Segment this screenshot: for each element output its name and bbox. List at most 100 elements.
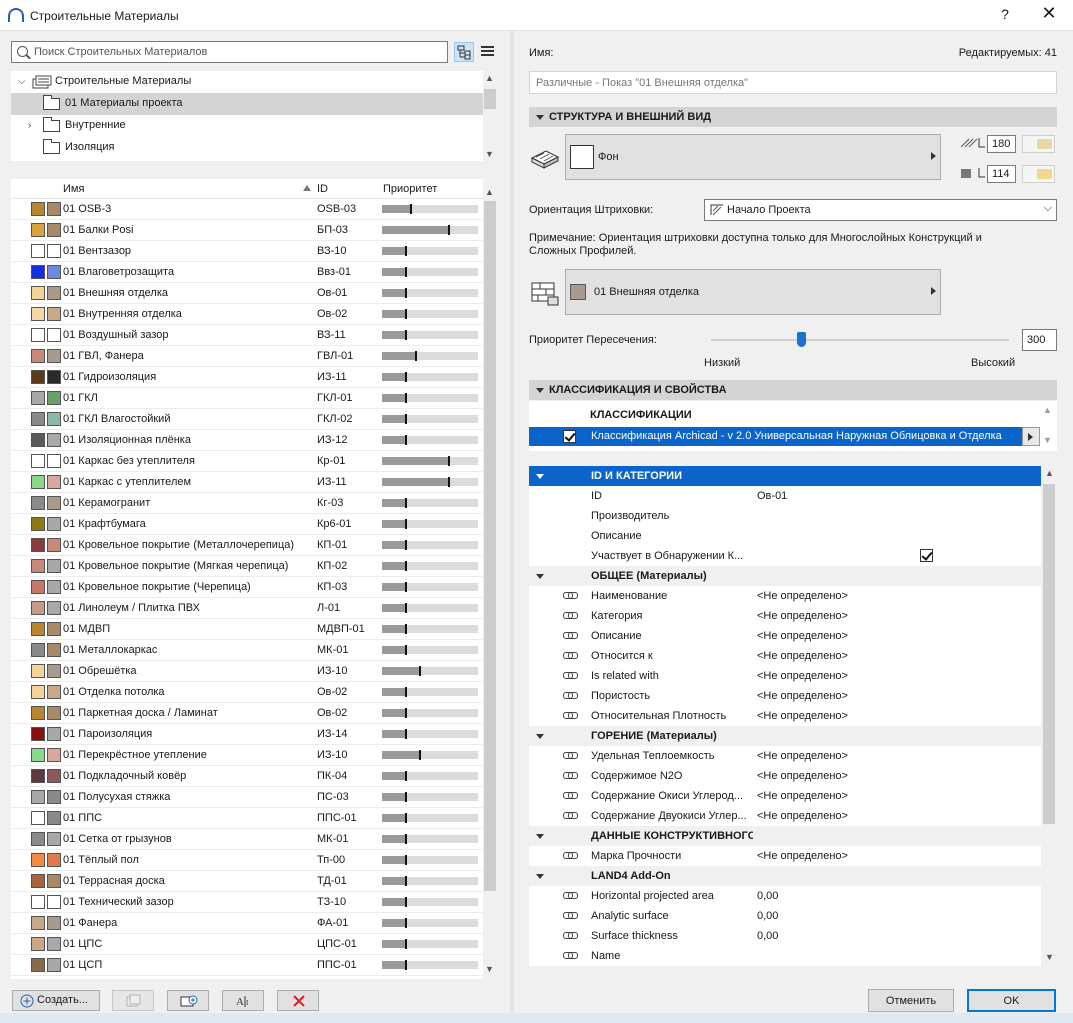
property-row[interactable]: Удельная Теплоемкость <Не определено> — [529, 746, 1041, 766]
scroll-up-icon[interactable]: ▲ — [1043, 405, 1052, 415]
property-group[interactable]: ID И КАТЕГОРИИ — [529, 466, 1041, 486]
table-row[interactable]: 01 ЦПС ЦПС-01 — [11, 934, 483, 955]
table-row[interactable]: 01 Керамогранит Кг-03 — [11, 493, 483, 514]
classification-row[interactable]: Классификация Archicad - v 2.0 Универсал… — [529, 427, 1025, 446]
property-value[interactable]: <Не определено> — [757, 630, 848, 642]
property-row[interactable]: Относительная Плотность <Не определено> — [529, 706, 1041, 726]
tree-item-insulation[interactable]: Изоляция — [11, 137, 483, 159]
property-row[interactable]: Содержимое N2O <Не определено> — [529, 766, 1041, 786]
property-row[interactable]: Horizontal projected area 0,00 — [529, 886, 1041, 906]
property-value[interactable]: <Не определено> — [757, 710, 848, 722]
tree-item-project-materials[interactable]: 01 Материалы проекта — [11, 93, 483, 115]
property-checkbox[interactable] — [920, 549, 933, 562]
property-value[interactable]: <Не определено> — [757, 790, 848, 802]
property-group[interactable]: ДАННЫЕ КОНСТРУКТИВНОГО АНАЛИЗА — [529, 826, 1041, 846]
table-row[interactable]: 01 Отделка потолка Ов-02 — [11, 682, 483, 703]
classification-checkbox[interactable] — [563, 430, 576, 443]
close-button[interactable]: ✕ — [1036, 3, 1062, 24]
property-group[interactable]: LAND4 Add-On — [529, 866, 1041, 886]
duplicate-button[interactable] — [112, 990, 154, 1011]
property-value[interactable]: <Не определено> — [757, 810, 848, 822]
background-pen-field[interactable]: 114 — [987, 165, 1016, 183]
table-row[interactable]: 01 ППС ППС-01 — [11, 808, 483, 829]
table-row[interactable]: 01 Полусухая стяжка ПС-03 — [11, 787, 483, 808]
properties-scrollbar[interactable]: ▲ ▼ — [1041, 466, 1057, 966]
add-to-folder-button[interactable] — [167, 990, 209, 1011]
section-structure-appearance[interactable]: СТРУКТУРА И ВНЕШНИЙ ВИД — [529, 107, 1057, 127]
chevron-down-icon[interactable] — [536, 874, 544, 879]
property-row[interactable]: Относится к <Не определено> — [529, 646, 1041, 666]
sort-ascending-icon[interactable] — [303, 185, 311, 191]
table-row[interactable]: 01 Паркетная доска / Ламинат Ов-02 — [11, 703, 483, 724]
table-row[interactable]: 01 Обрешётка ИЗ-10 — [11, 661, 483, 682]
tree-scrollbar[interactable]: ▲ ▼ — [483, 71, 497, 161]
table-scrollbar[interactable]: ▲ ▼ — [483, 179, 497, 979]
priority-slider-track[interactable] — [711, 339, 1009, 341]
create-button[interactable]: Создать... — [12, 990, 100, 1011]
property-row[interactable]: Is related with <Не определено> — [529, 666, 1041, 686]
table-row[interactable]: 01 Воздушный зазор ВЗ-11 — [11, 325, 483, 346]
property-value[interactable]: 0,00 — [757, 930, 778, 942]
property-value[interactable]: <Не определено> — [757, 750, 848, 762]
table-row[interactable]: 01 Террасная доска ТД-01 — [11, 871, 483, 892]
table-row[interactable]: 01 Внешняя отделка Ов-01 — [11, 283, 483, 304]
search-box[interactable] — [11, 41, 448, 63]
property-value[interactable]: <Не определено> — [757, 670, 848, 682]
column-header-id[interactable]: ID — [317, 179, 328, 199]
table-row[interactable]: 01 МДВП МДВП-01 — [11, 619, 483, 640]
tree-item-internal[interactable]: › Внутренние — [11, 115, 483, 137]
table-row[interactable]: 01 Металлокаркас МК-01 — [11, 640, 483, 661]
table-row[interactable]: 01 Изоляционная плёнка ИЗ-12 — [11, 430, 483, 451]
table-row[interactable]: 01 Кровельное покрытие (Металлочерепица)… — [11, 535, 483, 556]
priority-value-field[interactable]: 300 — [1022, 329, 1057, 351]
cut-fill-button[interactable]: Фон — [565, 134, 941, 180]
chevron-down-icon[interactable] — [536, 474, 544, 479]
property-row[interactable]: Участвует в Обнаружении К... — [529, 546, 1041, 566]
cancel-button[interactable]: Отменить — [868, 989, 954, 1012]
table-row[interactable]: 01 Подкладочный ковёр ПК-04 — [11, 766, 483, 787]
foreground-pen-color[interactable] — [1022, 135, 1055, 153]
property-row[interactable]: Name — [529, 946, 1041, 966]
property-group[interactable]: ОБЩЕЕ (Материалы) — [529, 566, 1041, 586]
table-row[interactable]: 01 ГВЛ, Фанера ГВЛ-01 — [11, 346, 483, 367]
table-row[interactable]: 01 Перекрёстное утепление ИЗ-10 — [11, 745, 483, 766]
property-value[interactable]: <Не определено> — [757, 610, 848, 622]
chevron-down-icon[interactable] — [536, 834, 544, 839]
property-value[interactable]: <Не определено> — [757, 770, 848, 782]
ok-button[interactable]: OK — [967, 989, 1056, 1012]
property-row[interactable]: Содержание Окиси Углерод... <Не определен… — [529, 786, 1041, 806]
table-row[interactable]: 01 Крафтбумага Кр6-01 — [11, 514, 483, 535]
table-row[interactable]: 01 ГКЛ Влагостойкий ГКЛ-02 — [11, 409, 483, 430]
scroll-down-icon[interactable]: ▼ — [485, 149, 494, 159]
property-value[interactable]: 0,00 — [757, 890, 778, 902]
table-row[interactable]: 01 Кровельное покрытие (Мягкая черепица)… — [11, 556, 483, 577]
scroll-down-icon[interactable]: ▼ — [1043, 435, 1052, 445]
property-row[interactable]: Пористость <Не определено> — [529, 686, 1041, 706]
hatch-orientation-dropdown[interactable]: Начало Проекта ⌵ — [704, 199, 1057, 221]
tree-view-button[interactable] — [454, 42, 474, 62]
property-row[interactable]: Категория <Не определено> — [529, 606, 1041, 626]
property-row[interactable]: Наименование <Не определено> — [529, 586, 1041, 606]
chevron-down-icon[interactable]: ⌵ — [18, 76, 26, 87]
classification-expand-button[interactable] — [1022, 427, 1040, 446]
scroll-up-icon[interactable]: ▲ — [485, 73, 494, 83]
table-row[interactable]: 01 OSB-3 OSB-03 — [11, 199, 483, 220]
background-pen-color[interactable] — [1022, 165, 1055, 183]
table-row[interactable]: 01 Фанера ФА-01 — [11, 913, 483, 934]
pane-splitter[interactable] — [510, 31, 514, 1023]
property-row[interactable]: Описание <Не определено> — [529, 626, 1041, 646]
section-classification-properties[interactable]: КЛАССИФИКАЦИЯ И СВОЙСТВА — [529, 380, 1057, 400]
scroll-thumb[interactable] — [484, 89, 496, 109]
scroll-up-icon[interactable]: ▲ — [485, 187, 494, 197]
property-value[interactable]: 0,00 — [757, 910, 778, 922]
priority-slider-thumb[interactable] — [797, 332, 806, 347]
table-row[interactable]: 01 Каркас без утеплителя Кр-01 — [11, 451, 483, 472]
table-row[interactable]: 01 Внутренняя отделка Ов-02 — [11, 304, 483, 325]
chevron-right-icon[interactable]: › — [28, 120, 31, 131]
table-row[interactable]: 01 Балки Posi БП-03 — [11, 220, 483, 241]
table-row[interactable]: 01 ЦСП ППС-01 — [11, 955, 483, 976]
property-value[interactable]: <Не определено> — [757, 590, 848, 602]
property-row[interactable]: Марка Прочности <Не определено> — [529, 846, 1041, 866]
property-row[interactable]: Surface thickness 0,00 — [529, 926, 1041, 946]
property-value[interactable]: Ов-01 — [757, 490, 787, 502]
